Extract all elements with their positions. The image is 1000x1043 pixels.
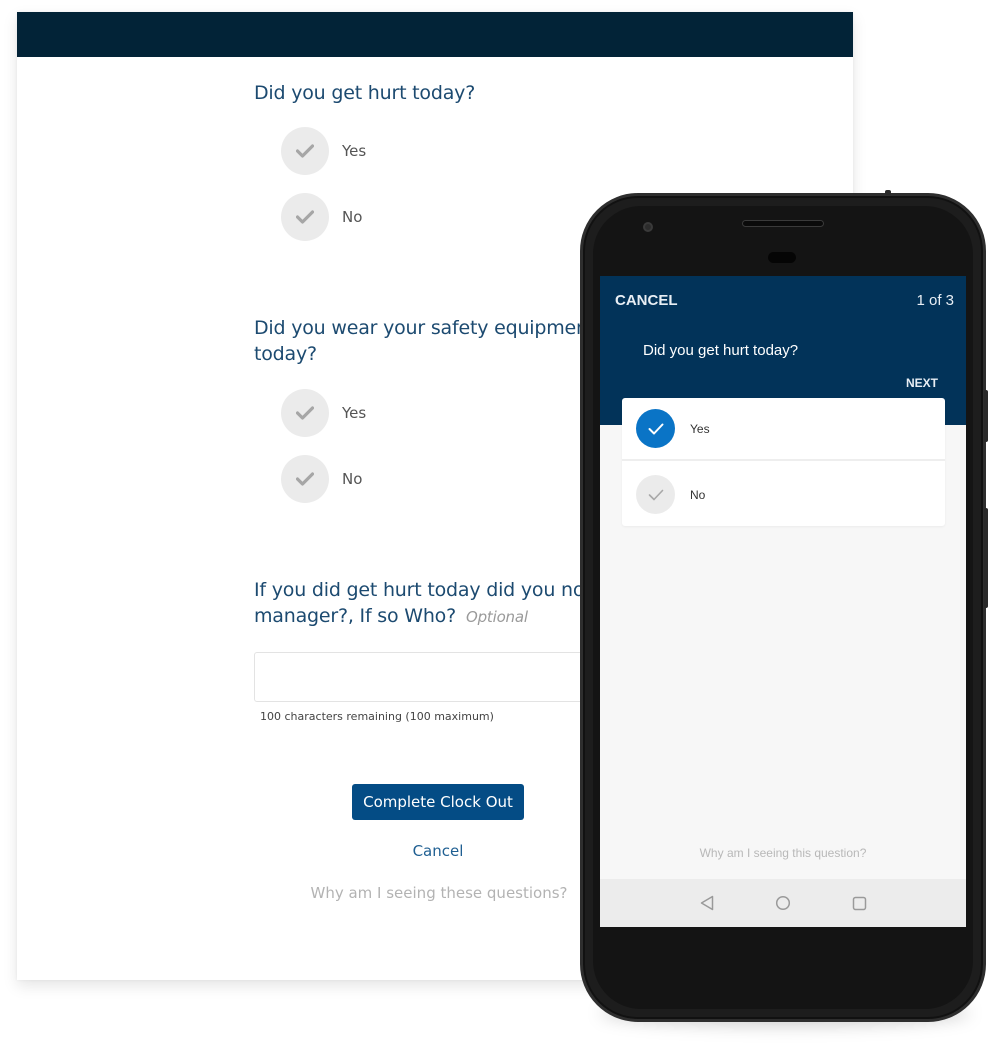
option-label: Yes xyxy=(342,404,367,422)
option-label: Yes xyxy=(690,421,710,436)
question-1-title: Did you get hurt today? xyxy=(254,82,476,104)
question-progress: 1 of 3 xyxy=(916,292,954,309)
app-cancel-button[interactable]: CANCEL xyxy=(615,292,678,309)
app-question-title: Did you get hurt today? xyxy=(643,342,799,359)
app-option-yes[interactable]: Yes xyxy=(622,398,945,461)
question-2-title-line1: Did you wear your safety equipment xyxy=(254,317,596,339)
optional-label: Optional xyxy=(466,608,528,626)
front-camera xyxy=(643,222,653,232)
phone-power-button xyxy=(984,390,988,442)
why-seeing-question-link[interactable]: Why am I seeing this question? xyxy=(600,846,966,860)
phone-volume-button xyxy=(984,508,988,608)
check-icon xyxy=(281,389,329,437)
option-label: No xyxy=(342,470,363,488)
option-label: No xyxy=(342,208,363,226)
question-2-option-no[interactable]: No xyxy=(281,455,362,503)
complete-clock-out-button[interactable]: Complete Clock Out xyxy=(352,784,524,820)
question-1-option-no[interactable]: No xyxy=(281,193,362,241)
question-1-option-yes[interactable]: Yes xyxy=(281,127,366,175)
home-icon[interactable] xyxy=(775,895,791,911)
check-icon xyxy=(281,193,329,241)
check-icon xyxy=(636,409,675,448)
web-header-bar xyxy=(17,12,853,57)
back-icon[interactable] xyxy=(699,895,715,911)
manager-name-input[interactable] xyxy=(254,652,614,702)
app-next-button[interactable]: NEXT xyxy=(906,376,938,390)
android-nav-bar xyxy=(600,879,966,927)
character-count: 100 characters remaining (100 maximum) xyxy=(260,710,494,723)
recents-icon[interactable] xyxy=(851,895,867,911)
check-icon xyxy=(281,455,329,503)
check-icon xyxy=(636,475,675,514)
question-3-title-line2: manager?, If so Who? xyxy=(254,605,456,627)
option-label: No xyxy=(690,487,706,502)
why-seeing-questions-link[interactable]: Why am I seeing these questions? xyxy=(294,884,584,902)
question-3-title-line1: If you did get hurt today did you not xyxy=(254,579,592,601)
question-2-title: Did you wear your safety equipment today… xyxy=(254,315,595,367)
question-3-title: If you did get hurt today did you not ma… xyxy=(254,577,592,630)
earpiece-speaker xyxy=(742,220,824,227)
question-2-option-yes[interactable]: Yes xyxy=(281,389,366,437)
question-2-title-line2: today? xyxy=(254,343,317,365)
check-icon xyxy=(281,127,329,175)
option-label: Yes xyxy=(342,142,367,160)
cancel-link[interactable]: Cancel xyxy=(352,842,524,860)
phone-screen: CANCEL 1 of 3 Did you get hurt today? NE… xyxy=(600,276,966,927)
answer-options-card: Yes No xyxy=(622,398,945,526)
proximity-sensor xyxy=(768,252,796,263)
phone-top-notch xyxy=(885,190,891,195)
app-option-no[interactable]: No xyxy=(622,463,945,526)
